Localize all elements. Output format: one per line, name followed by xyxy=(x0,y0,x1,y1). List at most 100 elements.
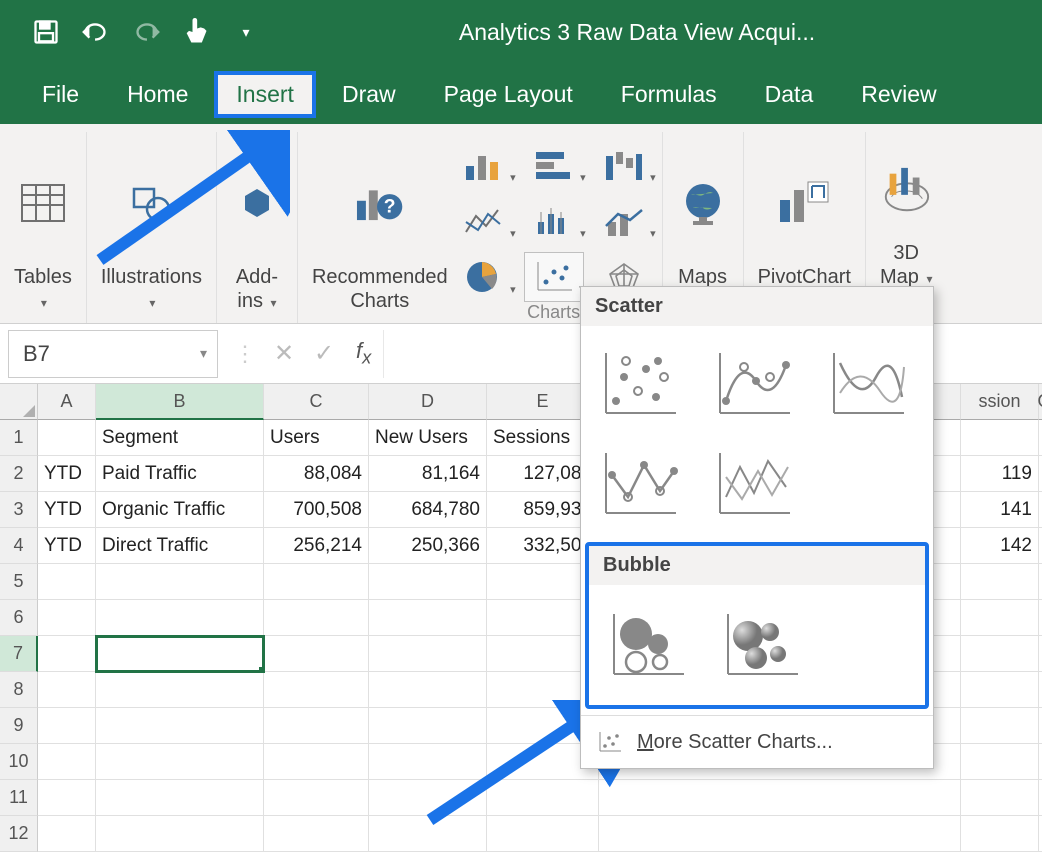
row-header[interactable]: 11 xyxy=(0,780,38,816)
cell[interactable] xyxy=(961,744,1039,780)
cell[interactable]: 119 xyxy=(961,456,1039,492)
row-header[interactable]: 8 xyxy=(0,672,38,708)
tab-formulas[interactable]: Formulas xyxy=(599,71,739,118)
cell[interactable] xyxy=(264,600,369,636)
cell[interactable] xyxy=(961,600,1039,636)
tab-draw[interactable]: Draw xyxy=(320,71,418,118)
scatter-smooth-lines[interactable] xyxy=(823,344,913,424)
cell[interactable]: 141 xyxy=(961,492,1039,528)
cell[interactable] xyxy=(599,780,961,816)
cell[interactable] xyxy=(369,600,487,636)
cell[interactable]: 256,214 xyxy=(264,528,369,564)
cell[interactable] xyxy=(961,708,1039,744)
cell[interactable] xyxy=(96,672,264,708)
enter-icon[interactable]: ✓ xyxy=(304,339,344,368)
cell[interactable] xyxy=(38,816,96,852)
tab-file[interactable]: File xyxy=(20,71,101,118)
column-chart-button[interactable]: ▾ xyxy=(454,140,514,190)
cell[interactable]: 142 xyxy=(961,528,1039,564)
pie-chart-button[interactable]: ▾ xyxy=(454,252,514,302)
cell[interactable]: 250,366 xyxy=(369,528,487,564)
row-header[interactable]: 6 xyxy=(0,600,38,636)
cell[interactable] xyxy=(38,672,96,708)
row-header[interactable]: 1 xyxy=(0,420,38,456)
col-header[interactable]: D xyxy=(369,384,487,420)
scatter-markers-only[interactable] xyxy=(595,344,685,424)
cell[interactable] xyxy=(264,672,369,708)
cell[interactable] xyxy=(264,564,369,600)
cell[interactable] xyxy=(264,636,369,672)
cell[interactable] xyxy=(96,744,264,780)
row-header[interactable]: 7 xyxy=(0,636,38,672)
row-header[interactable]: 9 xyxy=(0,708,38,744)
row-header[interactable]: 10 xyxy=(0,744,38,780)
bubble-3d-chart[interactable] xyxy=(717,605,807,685)
save-icon[interactable] xyxy=(30,16,62,48)
redo-icon[interactable] xyxy=(130,16,162,48)
cell[interactable]: 684,780 xyxy=(369,492,487,528)
tab-page-layout[interactable]: Page Layout xyxy=(422,71,595,118)
tab-insert[interactable]: Insert xyxy=(214,71,316,118)
ribbon-group-tables[interactable]: Tables xyxy=(0,132,87,323)
undo-icon[interactable] xyxy=(80,16,112,48)
cell[interactable] xyxy=(264,744,369,780)
cancel-icon[interactable]: ✕ xyxy=(264,339,304,368)
cell[interactable] xyxy=(599,816,961,852)
cell[interactable]: New Users xyxy=(369,420,487,456)
cell[interactable] xyxy=(961,672,1039,708)
cell[interactable] xyxy=(264,780,369,816)
cell[interactable]: YTD xyxy=(38,456,96,492)
bubble-chart[interactable] xyxy=(603,605,693,685)
waterfall-chart-button[interactable]: ▾ xyxy=(594,140,654,190)
tab-review[interactable]: Review xyxy=(839,71,958,118)
cell[interactable]: Organic Traffic xyxy=(96,492,264,528)
cell[interactable] xyxy=(96,708,264,744)
ribbon-group-recommended-charts[interactable]: ? Recommended Charts xyxy=(298,132,454,323)
touch-mode-icon[interactable] xyxy=(180,16,212,48)
cell[interactable] xyxy=(96,780,264,816)
cell[interactable]: 88,084 xyxy=(264,456,369,492)
cell[interactable] xyxy=(38,780,96,816)
more-scatter-charts[interactable]: More Scatter Charts... xyxy=(581,715,933,768)
fx-icon[interactable]: fx xyxy=(356,338,371,368)
cell[interactable]: 81,164 xyxy=(369,456,487,492)
col-header[interactable]: B xyxy=(96,384,264,420)
col-header[interactable]: ssion xyxy=(961,384,1039,420)
scatter-smooth-lines-markers[interactable] xyxy=(709,344,799,424)
row-header[interactable]: 3 xyxy=(0,492,38,528)
line-chart-button[interactable]: ▾ xyxy=(454,196,514,246)
cell[interactable]: Paid Traffic xyxy=(96,456,264,492)
cell[interactable] xyxy=(38,744,96,780)
row-header[interactable]: 2 xyxy=(0,456,38,492)
cell[interactable] xyxy=(369,564,487,600)
cell[interactable]: Direct Traffic xyxy=(96,528,264,564)
combo-chart-button[interactable]: ▾ xyxy=(594,196,654,246)
name-box[interactable]: B7▾ xyxy=(8,330,218,378)
scatter-chart-button[interactable]: ▾ xyxy=(524,252,584,302)
cell[interactable] xyxy=(264,708,369,744)
cell[interactable] xyxy=(38,600,96,636)
cell[interactable] xyxy=(96,564,264,600)
row-header[interactable]: 4 xyxy=(0,528,38,564)
col-header[interactable]: C xyxy=(264,384,369,420)
bar-chart-button[interactable]: ▾ xyxy=(524,140,584,190)
cell[interactable]: YTD xyxy=(38,492,96,528)
tab-data[interactable]: Data xyxy=(743,71,836,118)
cell[interactable] xyxy=(961,780,1039,816)
cell[interactable] xyxy=(961,636,1039,672)
scatter-straight-lines-markers[interactable] xyxy=(595,444,685,524)
cell[interactable] xyxy=(96,816,264,852)
col-header[interactable]: A xyxy=(38,384,96,420)
select-all-corner[interactable] xyxy=(0,384,38,420)
cell[interactable] xyxy=(96,636,264,672)
row-header[interactable]: 12 xyxy=(0,816,38,852)
cell[interactable] xyxy=(38,564,96,600)
customize-qat-icon[interactable]: ▾ xyxy=(230,16,262,48)
cell[interactable] xyxy=(369,636,487,672)
tab-home[interactable]: Home xyxy=(105,71,210,118)
row-header[interactable]: 5 xyxy=(0,564,38,600)
cell[interactable] xyxy=(264,816,369,852)
cell[interactable] xyxy=(38,708,96,744)
cell[interactable] xyxy=(96,600,264,636)
cell[interactable] xyxy=(961,420,1039,456)
